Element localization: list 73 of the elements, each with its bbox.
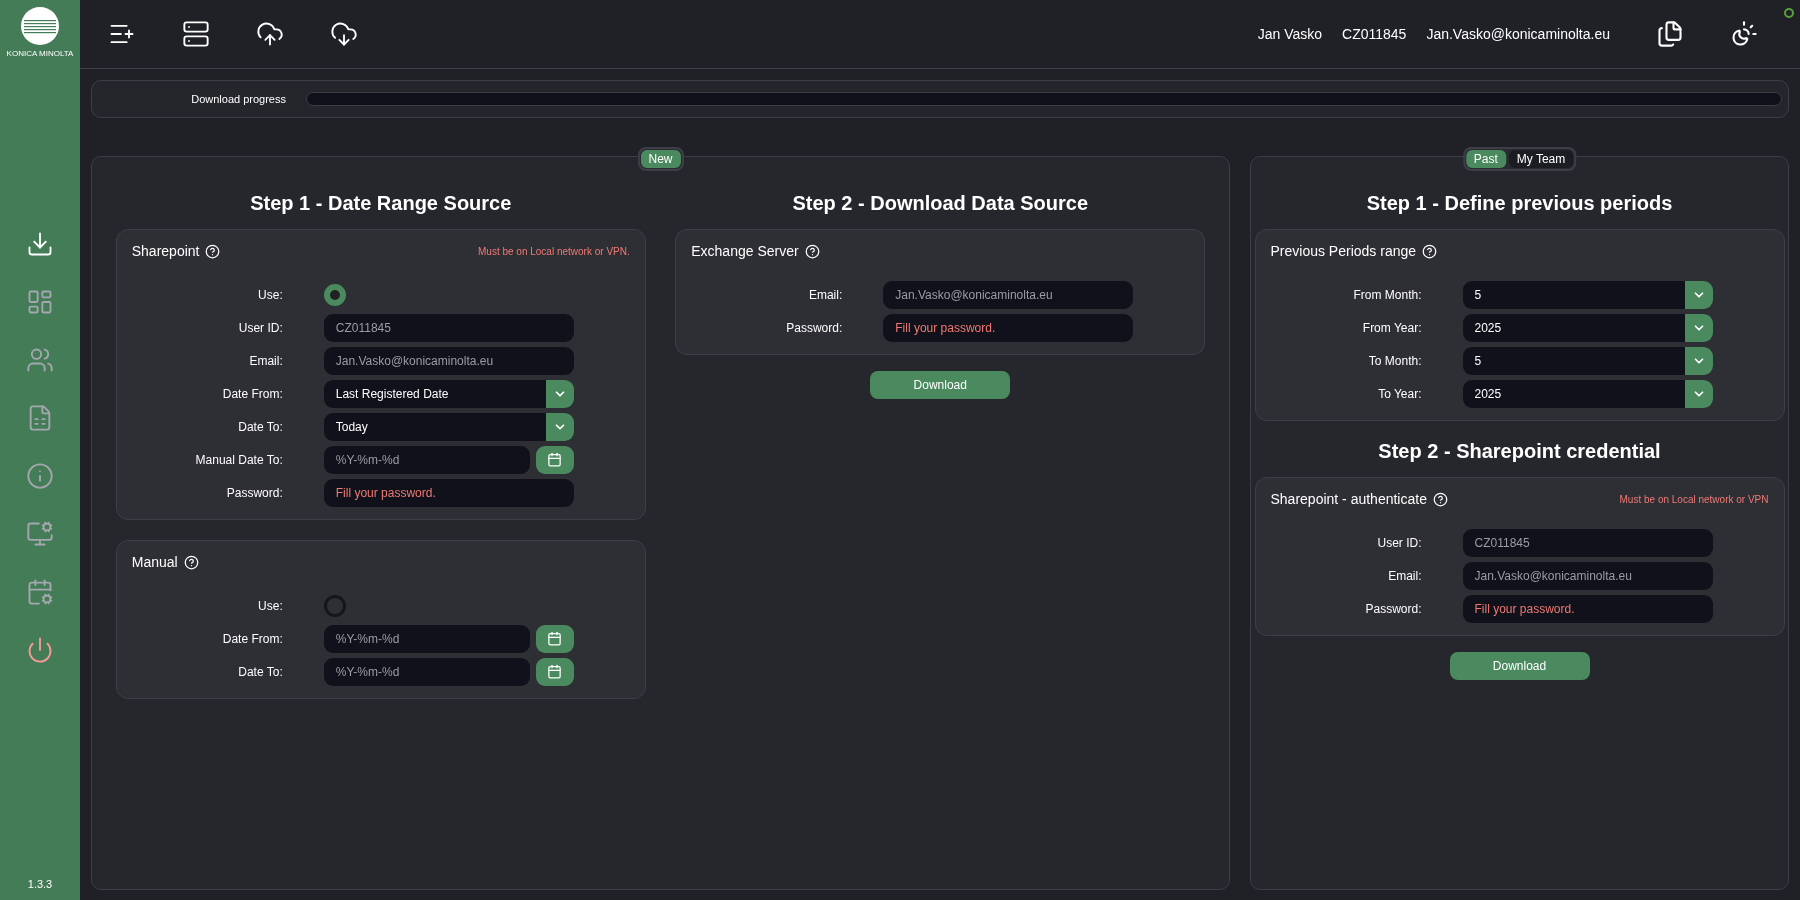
field-label: Password: [1364,600,1422,618]
radio-button[interactable] [323,594,346,617]
field-label: Password: [785,319,843,337]
logo-text: KONICA MINOLTA [6,48,74,60]
user-name: Jan Vasko [1257,24,1323,44]
field-label: User ID: [1376,534,1422,552]
card-title: Manual [131,552,178,572]
dropdown[interactable]: 2025 [1462,379,1713,408]
cloud-upload-icon[interactable] [256,20,284,48]
dropdown[interactable]: 5 [1462,346,1713,375]
card-title: Sharepoint - authenticate [1270,489,1427,509]
field-label: Email: [807,286,843,304]
network-warning: Must be on Local network or VPN. [478,244,630,259]
field-label: Date To: [237,418,283,436]
field-label: To Year: [1377,385,1422,403]
field-label: From Month: [1352,286,1422,304]
calendar-button[interactable] [535,445,574,474]
download-button[interactable]: Download [870,371,1011,399]
field-label: To Month: [1367,352,1422,370]
password-field[interactable]: Fill your password. [323,478,574,507]
version-label: 1.3.3 [27,876,53,892]
field-label: Use: [257,597,283,615]
help-icon[interactable] [804,243,820,259]
date-field[interactable]: %Y-%m-%d [323,657,530,686]
progress-label: Download progress [190,91,286,107]
tab[interactable]: My Team [1508,150,1574,168]
download-icon[interactable] [26,230,54,258]
logo-icon [20,6,60,46]
field-label: Password: [225,484,283,502]
copy-icon[interactable] [1656,20,1684,48]
dropdown[interactable]: Today [323,412,574,441]
theme-toggle-icon[interactable] [1730,20,1758,48]
radio-button[interactable] [323,283,346,306]
calendar-button[interactable] [535,624,574,653]
step-heading: Step 2 - Sharepoint credential [1378,439,1661,464]
field-label: From Year: [1361,319,1422,337]
step-heading: Step 2 - Download Data Source [792,191,1089,216]
field-label: Date To: [237,663,283,681]
network-warning: Must be on Local network or VPN [1619,492,1769,507]
user-id: CZ011845 [1342,24,1407,44]
help-icon[interactable] [205,243,221,259]
dropdown[interactable]: 5 [1462,280,1713,309]
help-icon[interactable] [1432,491,1448,507]
step-heading: Step 1 - Define previous periods [1366,191,1673,216]
help-icon[interactable] [183,554,199,570]
field-label: Email: [1387,567,1422,585]
calendar-icon [547,631,563,646]
date-field[interactable]: %Y-%m-%d [323,445,530,474]
user-email: Jan.Vasko@konicaminolta.eu [1426,24,1610,44]
password-field[interactable]: Fill your password. [883,313,1134,342]
cloud-download-icon[interactable] [330,20,358,48]
field-label: User ID: [237,319,283,337]
dropdown[interactable]: Last Registered Date [323,379,574,408]
help-icon[interactable] [1422,243,1438,259]
card-title: Sharepoint [131,241,200,261]
field-label: Date From: [221,630,283,648]
calendar-button[interactable] [535,657,574,686]
card-title: Exchange Server [691,241,799,261]
field-label: Manual Date To: [194,451,283,469]
download-button[interactable]: Download [1449,652,1590,680]
step-heading: Step 1 - Date Range Source [250,191,512,216]
dropdown[interactable]: 2025 [1462,313,1713,342]
tab[interactable]: Past [1465,150,1506,168]
calendar-icon [547,664,563,679]
server-icon[interactable] [182,20,210,48]
field-label: Use: [257,286,283,304]
password-field[interactable]: Fill your password. [1462,594,1713,623]
tab[interactable]: New [640,150,681,168]
date-field[interactable]: %Y-%m-%d [323,624,530,653]
calendar-icon [547,452,563,467]
field-label: Email: [248,352,283,370]
card-title: Previous Periods range [1270,241,1417,261]
field-label: Date From: [221,385,283,403]
